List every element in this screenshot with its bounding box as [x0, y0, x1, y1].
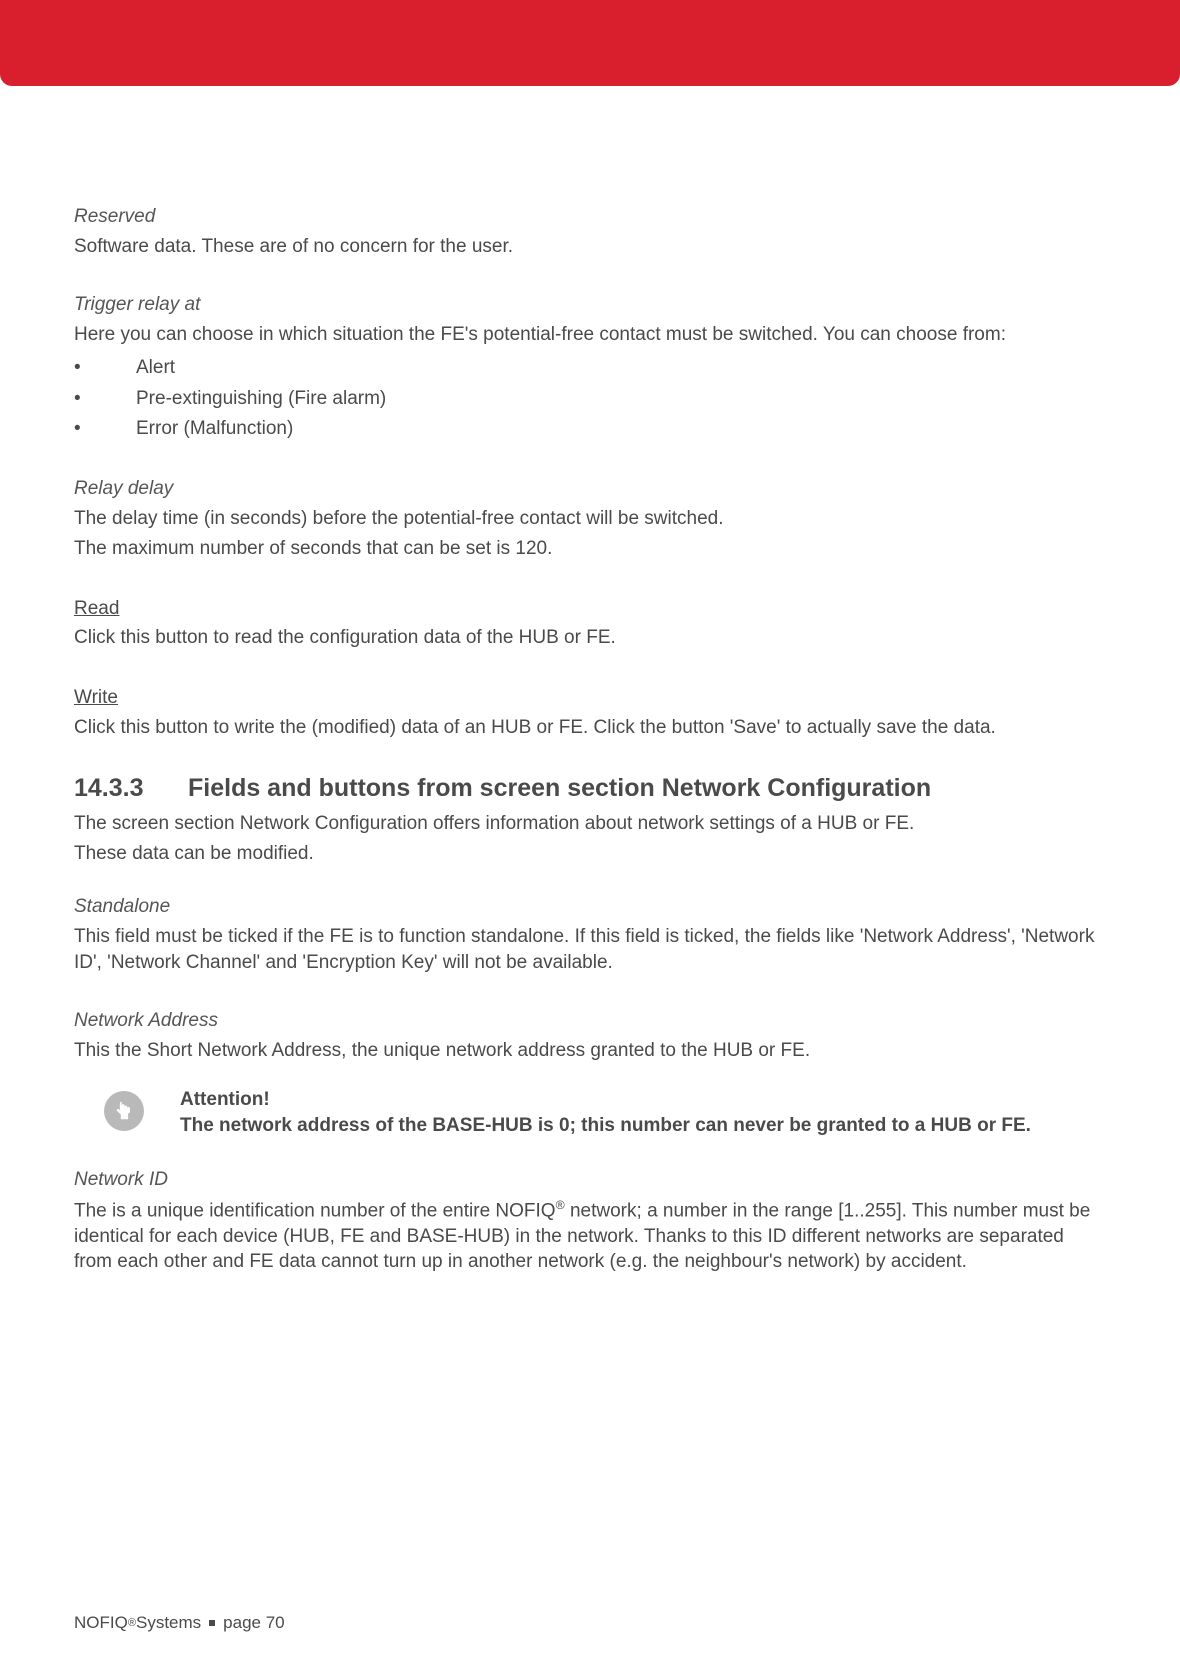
para-relay-delay-2: The maximum number of seconds that can b…: [74, 536, 1106, 562]
document-page: Reserved Software data. These are of no …: [0, 0, 1180, 1673]
para-trigger-relay-intro: Here you can choose in which situation t…: [74, 322, 1106, 348]
subhead-standalone: Standalone: [74, 896, 1106, 918]
para-standalone: This field must be ticked if the FE is t…: [74, 924, 1106, 975]
para-network-id: The is a unique identification number of…: [74, 1197, 1106, 1275]
section-read: Read Click this button to read the confi…: [74, 596, 1106, 651]
attention-body: The network address of the BASE-HUB is 0…: [180, 1113, 1031, 1139]
page-footer: NOFIQ® Systems page 70: [74, 1613, 285, 1633]
para-relay-delay-1: The delay time (in seconds) before the p…: [74, 506, 1106, 532]
section-reserved: Reserved Software data. These are of no …: [74, 206, 1106, 260]
list-item: •Pre-extinguishing (Fire alarm): [74, 384, 1106, 414]
trigger-relay-list: •Alert •Pre-extinguishing (Fire alarm) •…: [74, 353, 1106, 444]
footer-brand: NOFIQ: [74, 1613, 128, 1633]
list-item: •Alert: [74, 353, 1106, 383]
list-item-label: Pre-extinguishing (Fire alarm): [136, 384, 386, 414]
subhead-read: Read: [74, 596, 1106, 622]
section-relay-delay: Relay delay The delay time (in seconds) …: [74, 478, 1106, 561]
list-item: •Error (Malfunction): [74, 414, 1106, 444]
section-write: Write Click this button to write the (mo…: [74, 685, 1106, 740]
section-network-id: Network ID The is a unique identificatio…: [74, 1169, 1106, 1275]
para-write: Click this button to write the (modified…: [74, 715, 1106, 741]
header-band: [0, 0, 1180, 86]
para-reserved: Software data. These are of no concern f…: [74, 234, 1106, 260]
registered-mark: ®: [556, 1198, 565, 1212]
para-14-3-3-intro1: The screen section Network Configuration…: [74, 811, 1106, 837]
hand-point-icon: [113, 1100, 135, 1122]
network-id-prefix: The is a unique identification number of…: [74, 1200, 556, 1221]
subhead-network-id: Network ID: [74, 1169, 1106, 1191]
subhead-write: Write: [74, 685, 1106, 711]
section-network-address: Network Address This the Short Network A…: [74, 1010, 1106, 1064]
heading-14-3-3: 14.3.3 Fields and buttons from screen se…: [74, 774, 1106, 803]
heading-text: Fields and buttons from screen section N…: [188, 774, 931, 803]
attention-label: Attention!: [180, 1087, 1031, 1113]
subhead-trigger-relay: Trigger relay at: [74, 294, 1106, 316]
footer-page-label: page 70: [223, 1613, 284, 1633]
page-content: Reserved Software data. These are of no …: [0, 86, 1180, 1275]
section-14-3-3-intro: The screen section Network Configuration…: [74, 811, 1106, 866]
list-item-label: Alert: [136, 353, 175, 383]
footer-systems: Systems: [136, 1613, 201, 1633]
subhead-reserved: Reserved: [74, 206, 1106, 228]
subhead-relay-delay: Relay delay: [74, 478, 1106, 500]
list-item-label: Error (Malfunction): [136, 414, 293, 444]
heading-number: 14.3.3: [74, 774, 188, 803]
attention-callout: Attention! The network address of the BA…: [104, 1087, 1106, 1138]
para-network-address: This the Short Network Address, the uniq…: [74, 1038, 1106, 1064]
section-standalone: Standalone This field must be ticked if …: [74, 896, 1106, 975]
attention-text: Attention! The network address of the BA…: [180, 1087, 1031, 1138]
para-14-3-3-intro2: These data can be modified.: [74, 841, 1106, 867]
para-read: Click this button to read the configurat…: [74, 625, 1106, 651]
attention-icon: [104, 1091, 144, 1131]
footer-separator-icon: [209, 1620, 215, 1626]
subhead-network-address: Network Address: [74, 1010, 1106, 1032]
registered-mark: ®: [128, 1617, 136, 1629]
section-trigger-relay-at: Trigger relay at Here you can choose in …: [74, 294, 1106, 445]
